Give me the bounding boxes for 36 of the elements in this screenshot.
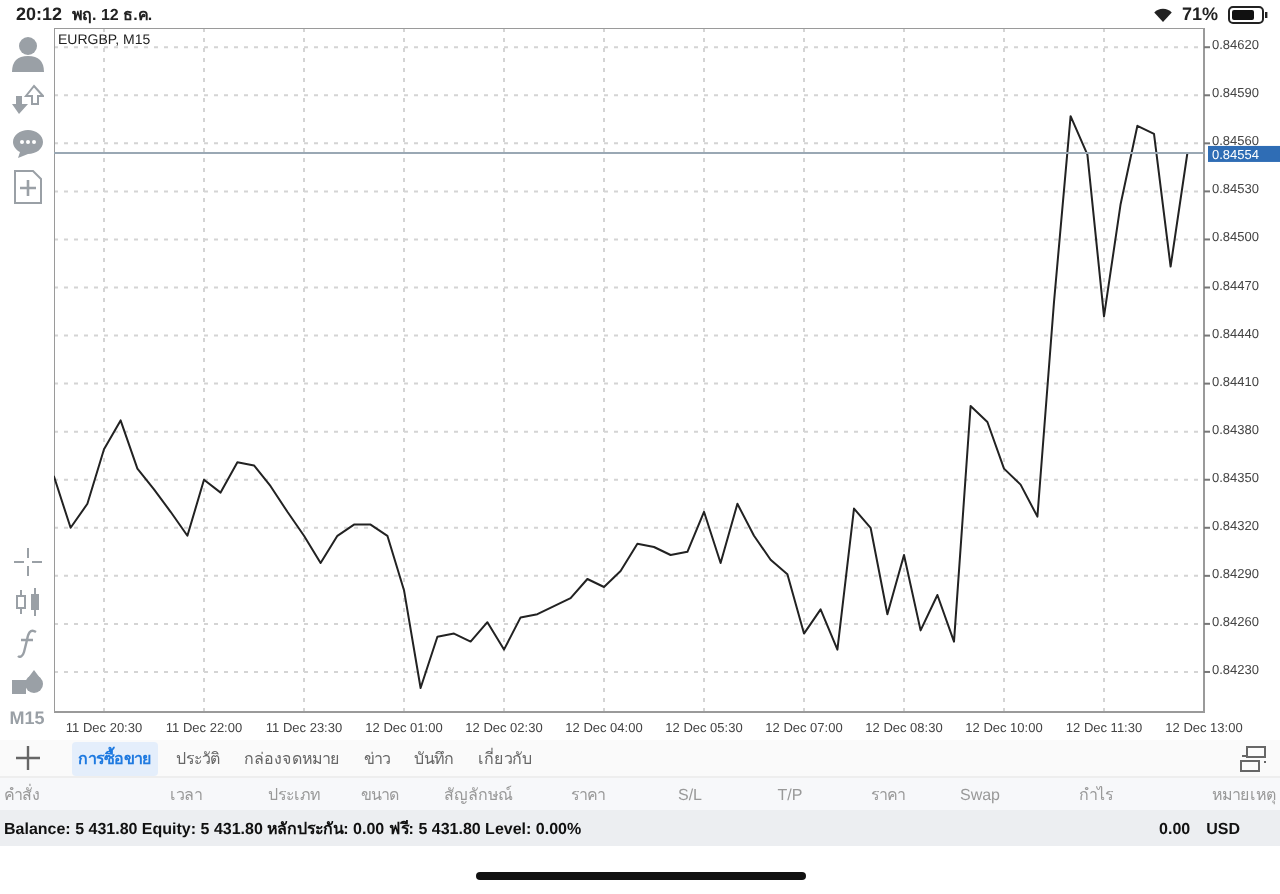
- column-header: Swap: [957, 785, 1002, 803]
- column-header: คำสั่ง: [2, 782, 42, 807]
- chat-icon[interactable]: [11, 128, 43, 158]
- wifi-icon: [1153, 7, 1172, 21]
- status-time: 20:12: [16, 4, 63, 24]
- battery-percent: 71%: [1181, 4, 1218, 24]
- column-header: สัญลักษณ์: [442, 783, 515, 807]
- column-header: ขนาด: [359, 783, 401, 807]
- tab[interactable]: บันทึก: [408, 741, 460, 775]
- column-header: กำไร: [1077, 783, 1115, 807]
- add-icon[interactable]: [16, 746, 40, 770]
- column-header: ราคา: [869, 783, 907, 807]
- tab[interactable]: ประวัติ: [170, 741, 226, 775]
- tab[interactable]: กล่องจดหมาย: [238, 741, 346, 775]
- column-header: T/P: [775, 785, 805, 803]
- tab[interactable]: การซื้อขาย: [72, 741, 158, 775]
- tab[interactable]: ข่าว: [358, 741, 396, 775]
- column-header: หมายเหตุ: [1210, 783, 1278, 807]
- currency-label: USD: [1206, 819, 1240, 837]
- new-document-icon[interactable]: [13, 170, 41, 204]
- crosshair-icon[interactable]: [13, 548, 41, 576]
- layout-icon[interactable]: [1240, 745, 1268, 771]
- account-icon[interactable]: [11, 36, 43, 72]
- objects-icon[interactable]: [11, 670, 43, 696]
- battery-icon: [1228, 5, 1268, 23]
- profit-total: 0.00: [1159, 819, 1191, 837]
- status-date: พฤ. 12 ธ.ค.: [72, 3, 153, 27]
- function-icon[interactable]: [15, 628, 39, 658]
- trade-arrows-icon[interactable]: [11, 84, 43, 116]
- column-header: S/L: [675, 785, 704, 803]
- tab[interactable]: เกี่ยวกับ: [472, 741, 538, 775]
- column-header: ประเภท: [266, 783, 322, 807]
- account-summary: Balance: 5 431.80 Equity: 5 431.80 หลักประกัน: 0.00 ฟรี: 5 431.80 Level: 0.00%: [4, 817, 582, 841]
- candlestick-icon[interactable]: [13, 588, 41, 616]
- column-header: ราคา: [569, 783, 607, 807]
- column-header: เวลา: [168, 783, 204, 807]
